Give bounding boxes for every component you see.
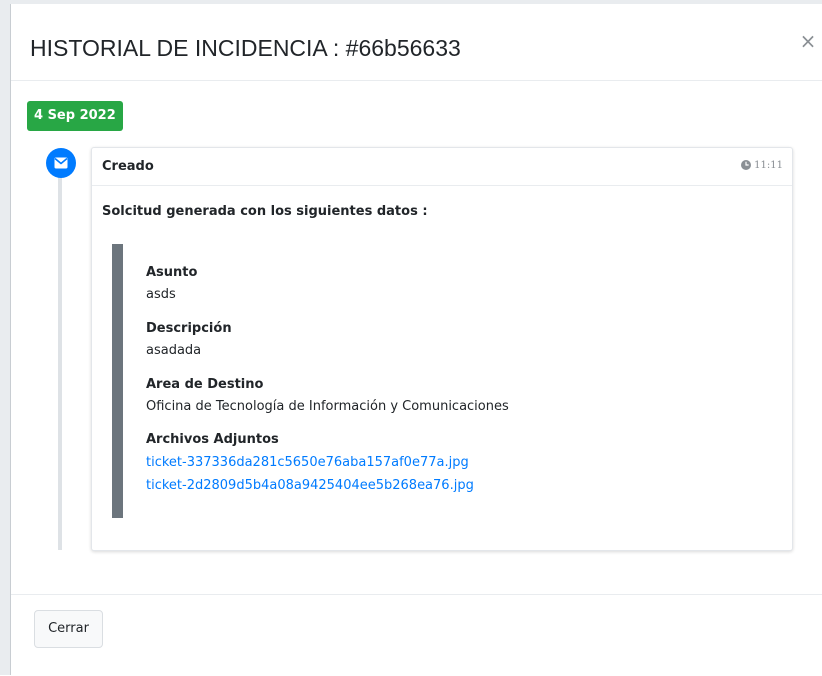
archivos-adjuntos-label: Archivos Adjuntos — [146, 432, 279, 447]
card-header: Creado 11:11 — [92, 148, 792, 186]
modal-footer: Cerrar — [11, 594, 822, 676]
area-destino-value: Oficina de Tecnología de Información y C… — [146, 399, 509, 414]
card-body: Solcitud generada con los siguientes dat… — [102, 203, 782, 518]
modal-header: HISTORIAL DE INCIDENCIA : #66b56633 × — [11, 4, 822, 81]
attachment-link[interactable]: ticket-337336da281c5650e76aba157af0e77a.… — [146, 454, 469, 471]
envelope-glyph — [54, 157, 68, 169]
entry-time: 11:11 — [741, 159, 783, 175]
timeline-line — [58, 154, 62, 550]
entry-details-quote: Asunto asds Descripción asadada Area de … — [112, 244, 752, 518]
page-backdrop-left — [0, 0, 10, 675]
close-icon[interactable]: × — [797, 30, 819, 52]
cerrar-button[interactable]: Cerrar — [34, 610, 103, 648]
area-destino-label: Area de Destino — [146, 377, 264, 392]
modal-title: HISTORIAL DE INCIDENCIA : #66b56633 — [30, 35, 461, 61]
timeline-date-label: 4 Sep 2022 — [27, 101, 123, 131]
incident-history-modal: HISTORIAL DE INCIDENCIA : #66b56633 × 4 … — [10, 4, 822, 675]
envelope-icon — [46, 148, 76, 178]
modal-body: 4 Sep 2022 Creado 11:11 Solcitud generad… — [11, 81, 822, 594]
entry-intro-text: Solcitud generada con los siguientes dat… — [102, 204, 428, 219]
descripcion-label: Descripción — [146, 321, 232, 336]
quote-bar — [112, 244, 123, 518]
descripcion-value: asadada — [146, 343, 202, 358]
asunto-value: asds — [146, 287, 176, 302]
timeline-entry-card: Creado 11:11 Solcitud generada con los s… — [91, 147, 793, 551]
attachment-link[interactable]: ticket-2d2809d5b4a08a9425404ee5b268ea76.… — [146, 477, 474, 494]
asunto-label: Asunto — [146, 265, 198, 280]
entry-title: Creado — [102, 159, 154, 174]
clock-icon — [741, 160, 752, 175]
entry-time-text: 11:11 — [754, 160, 783, 171]
